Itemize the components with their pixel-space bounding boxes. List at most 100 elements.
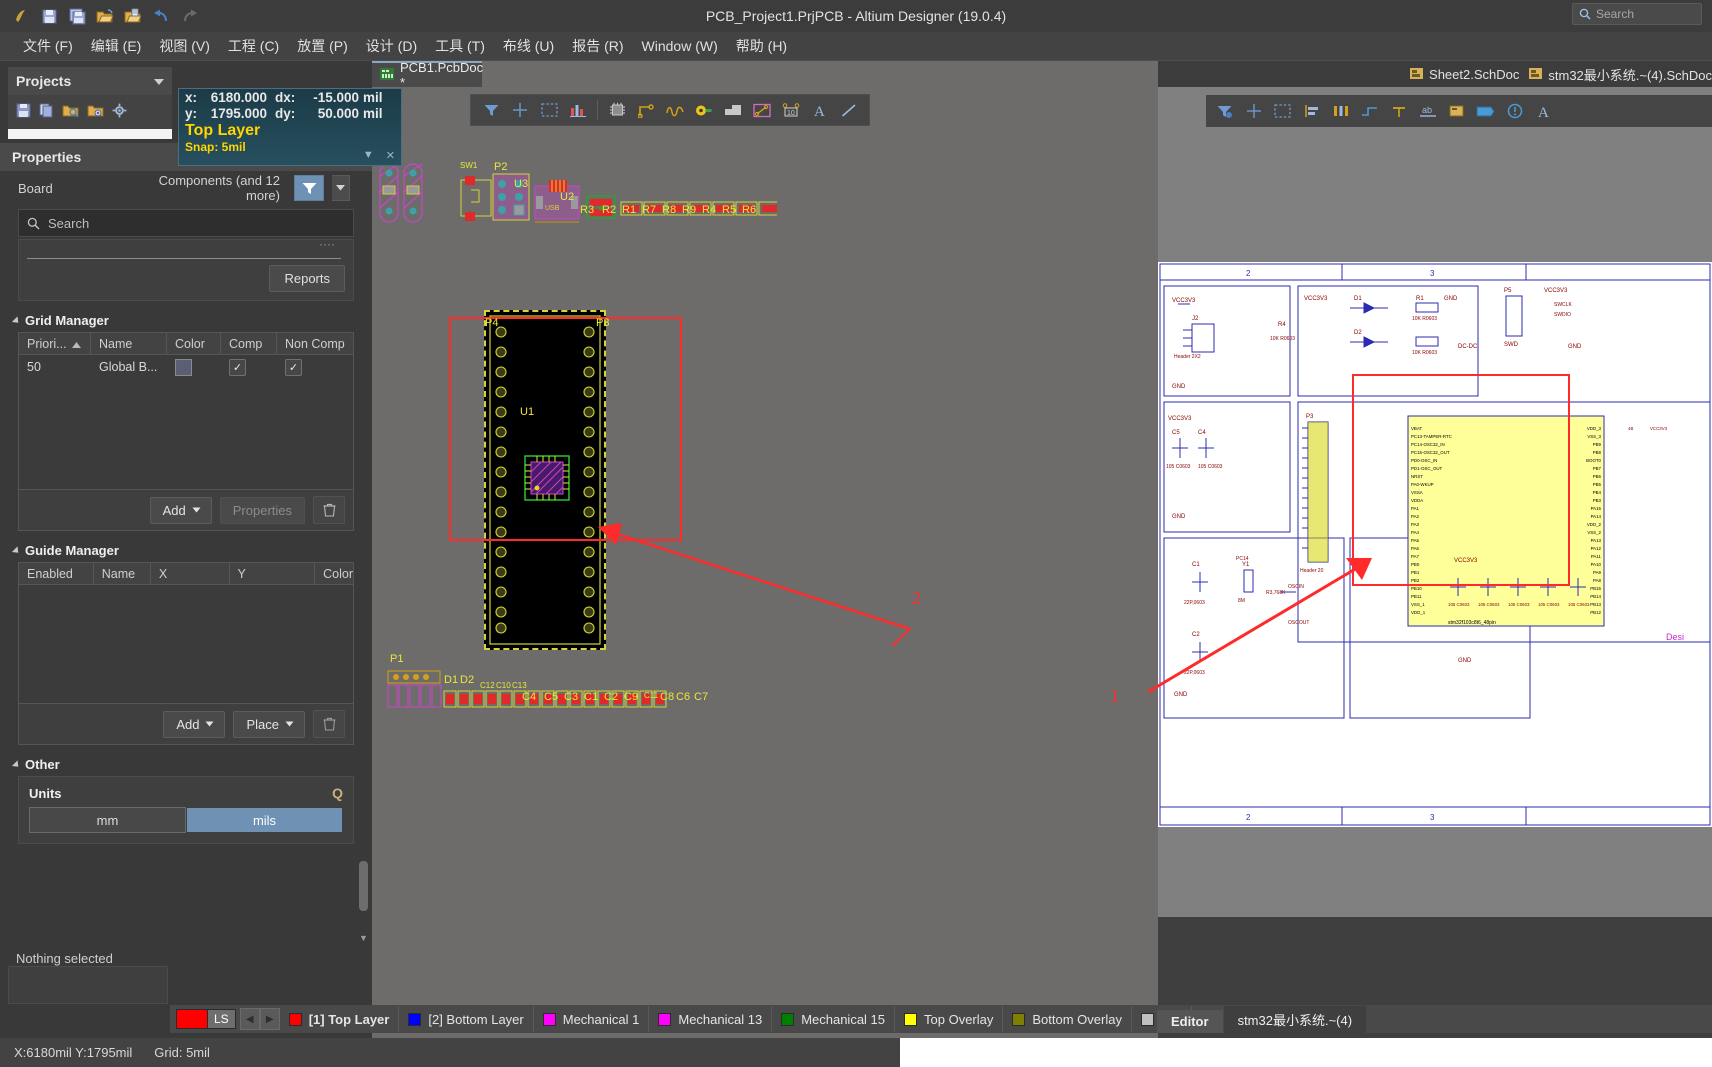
signal-icon[interactable] [661,97,690,123]
pcb-designator-label[interactable]: P3 [596,317,609,329]
pcb-designator-label[interactable]: R3 [580,204,594,216]
layer-tab-top-layer[interactable]: [1] Top Layer [280,1006,400,1032]
folder-settings-icon[interactable] [87,103,104,121]
layer-prev-button[interactable]: ◀ [239,1008,260,1030]
via-icon[interactable] [690,97,719,123]
col-enabled[interactable]: Enabled [19,563,94,584]
editor-tab-editor[interactable]: Editor [1157,1010,1223,1033]
menu-item-project[interactable]: 工程 (C) [219,33,288,59]
menu-item-place[interactable]: 放置 (P) [288,33,357,59]
filter-icon[interactable] [477,97,506,123]
menu-item-tools[interactable]: 工具 (T) [426,33,494,59]
document-tab-pcb1[interactable]: PCB1.PcbDoc * [372,60,483,90]
menu-item-design[interactable]: 设计 (D) [357,33,426,59]
pcb-designator-label[interactable]: R4 [702,204,716,216]
color-swatch[interactable] [175,358,192,376]
altium-logo-icon[interactable] [8,4,34,28]
dimension-icon[interactable] [748,97,777,123]
pcb-designator-label[interactable]: C6 [676,691,690,703]
route-icon[interactable] [632,97,661,123]
reports-button[interactable]: Reports [269,265,345,292]
net-label-icon[interactable]: ab [1413,98,1442,124]
document-tab-stm32[interactable]: stm32最小系统.~(4).SchDoc [1529,65,1712,84]
pcb-designator-label[interactable]: C9 [624,691,638,703]
open-icon[interactable] [92,4,118,28]
chevron-down-icon[interactable]: ▼ [363,149,374,162]
pcb-designator-label[interactable]: SW1 [460,161,477,170]
text-icon[interactable]: A [805,97,834,123]
table-row[interactable]: 50 Global B... ✓ ✓ [19,355,353,379]
pcb-designator-label[interactable]: C3 [564,691,578,703]
pcb-designator-label[interactable]: C13 [512,681,527,690]
wire-icon[interactable] [1355,98,1384,124]
properties-search-input[interactable]: Search [18,209,354,237]
pcb-designator-label[interactable]: R5 [722,204,736,216]
close-icon[interactable]: ✕ [386,149,395,162]
comp-checkbox[interactable]: ✓ [229,358,246,376]
component-icon[interactable] [603,97,632,123]
crosshair-icon[interactable] [1239,98,1268,124]
pcb-designator-label[interactable]: U3 [514,178,528,190]
pcb-designator-label[interactable]: R9 [682,204,696,216]
sheet-symbol-icon[interactable] [1442,98,1471,124]
no-erc-icon[interactable] [1500,98,1529,124]
pcb-designator-label[interactable]: C8 [660,691,674,703]
non-comp-checkbox[interactable]: ✓ [285,358,302,376]
col-name[interactable]: Name [91,333,167,354]
menu-item-view[interactable]: 视图 (V) [150,33,219,59]
document-tab-sheet2[interactable]: Sheet2.SchDoc [1410,67,1519,82]
units-query-icon[interactable]: Q [332,785,343,801]
pcb-designator-label[interactable]: C2 [604,691,618,703]
filter-button[interactable] [294,175,324,201]
pcb-designator-label[interactable]: C7 [694,691,708,703]
projects-panel-header[interactable]: Projects [8,67,172,95]
properties-scrollbar[interactable]: ▼ [359,181,368,943]
guide-add-button[interactable]: Add [163,710,226,738]
pcb-designator-label[interactable]: R6 [742,204,756,216]
menu-item-route[interactable]: 布线 (U) [494,33,563,59]
layer-tab-top-overlay[interactable]: Top Overlay [895,1006,1004,1032]
menu-item-window[interactable]: Window (W) [633,35,727,57]
layer-tab-bottom-overlay[interactable]: Bottom Overlay [1003,1006,1132,1032]
pcb-designator-label[interactable]: R8 [662,204,676,216]
col-name[interactable]: Name [94,563,151,584]
col-comp[interactable]: Comp [221,333,277,354]
menu-item-reports[interactable]: 报告 (R) [563,33,632,59]
copy-icon[interactable] [39,103,54,121]
cell-comp[interactable]: ✓ [221,355,277,379]
measure-icon[interactable]: 10 [776,97,805,123]
pcb-designator-label[interactable]: C4 [522,691,536,703]
col-y[interactable]: Y [230,563,316,584]
save-all-icon[interactable] [64,4,90,28]
pcb-designator-label[interactable]: C11 [644,691,658,700]
filter-dropdown-button[interactable] [332,175,350,201]
pcb-designator-label[interactable]: P4 [485,317,498,329]
layer-tab-mechanical-15[interactable]: Mechanical 15 [772,1006,896,1032]
pcb-designator-label[interactable]: D1 [444,674,458,686]
col-x[interactable]: X [151,563,230,584]
undo-icon[interactable] [148,4,174,28]
layer-tab-bottom-layer[interactable]: [2] Bottom Layer [399,1006,534,1032]
other-section-header[interactable]: Other [11,757,372,772]
col-non-comp[interactable]: Non Comp [277,333,353,354]
layer-set-color-swatch[interactable] [176,1009,208,1029]
menu-item-help[interactable]: 帮助 (H) [727,33,796,59]
units-option-mils[interactable]: mils [186,807,343,833]
pcb-designator-label[interactable]: C12 [480,681,495,690]
guide-manager-section-header[interactable]: Guide Manager [11,543,372,558]
grid-manager-section-header[interactable]: Grid Manager [11,313,372,328]
crosshair-icon[interactable] [506,97,535,123]
chevron-down-icon[interactable] [154,74,164,89]
layer-tab-mechanical-13[interactable]: Mechanical 13 [649,1006,773,1032]
cell-color[interactable] [167,355,221,379]
pcb-designator-label[interactable]: R7 [642,204,656,216]
pcb-designator-label[interactable]: U1 [520,406,534,418]
select-region-icon[interactable] [535,97,564,123]
col-color[interactable]: Color [315,563,353,584]
projects-search-slot[interactable] [8,129,172,139]
pcb-designator-label[interactable]: D2 [460,674,474,686]
save-icon[interactable] [36,4,62,28]
menu-item-edit[interactable]: 编辑 (E) [82,33,151,59]
bars-icon[interactable] [564,97,593,123]
align-left-icon[interactable] [1297,98,1326,124]
